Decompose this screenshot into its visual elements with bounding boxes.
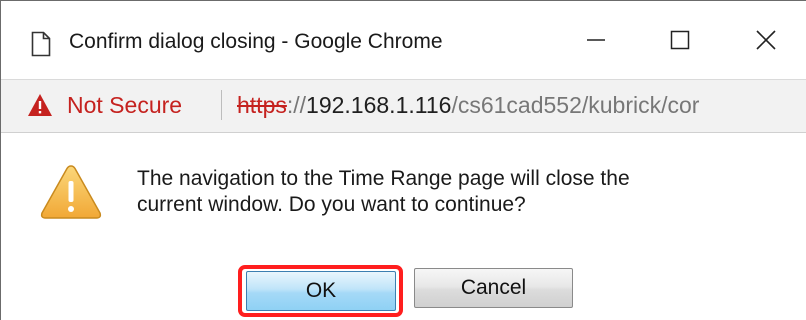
ok-button[interactable]: OK — [246, 271, 396, 311]
url-host: 192.168.1.116 — [306, 92, 452, 118]
message-line-1: The navigation to the Time Range page wi… — [137, 167, 630, 190]
title-bar: Confirm dialog closing - Google Chrome — [1, 1, 806, 79]
address-bar[interactable]: Not Secure https://192.168.1.116/cs61cad… — [1, 79, 806, 133]
dialog-message: The navigation to the Time Range page wi… — [137, 166, 777, 218]
cancel-button[interactable]: Cancel — [414, 268, 573, 308]
maximize-icon — [670, 30, 690, 50]
address-divider — [221, 90, 222, 120]
maximize-button[interactable] — [637, 1, 723, 79]
url-scheme: https — [237, 92, 287, 118]
close-button[interactable] — [723, 1, 806, 79]
minimize-icon — [587, 39, 605, 41]
url-path: /cs61cad552/kubrick/cor — [451, 92, 700, 118]
warning-icon — [40, 165, 102, 219]
window-title: Confirm dialog closing - Google Chrome — [69, 30, 443, 53]
document-icon — [31, 31, 51, 57]
warning-triangle-icon — [28, 94, 52, 116]
minimize-button[interactable] — [553, 1, 639, 79]
url-separator: :// — [286, 92, 307, 118]
chrome-dialog-window: Confirm dialog closing - Google Chrome N… — [0, 0, 806, 320]
security-indicator[interactable]: Not Secure — [67, 92, 182, 119]
message-line-2: current window. Do you want to continue? — [137, 193, 526, 216]
close-icon — [756, 30, 776, 50]
url-text[interactable]: https://192.168.1.116/cs61cad552/kubrick… — [237, 92, 699, 119]
dialog-content: The navigation to the Time Range page wi… — [1, 133, 806, 320]
